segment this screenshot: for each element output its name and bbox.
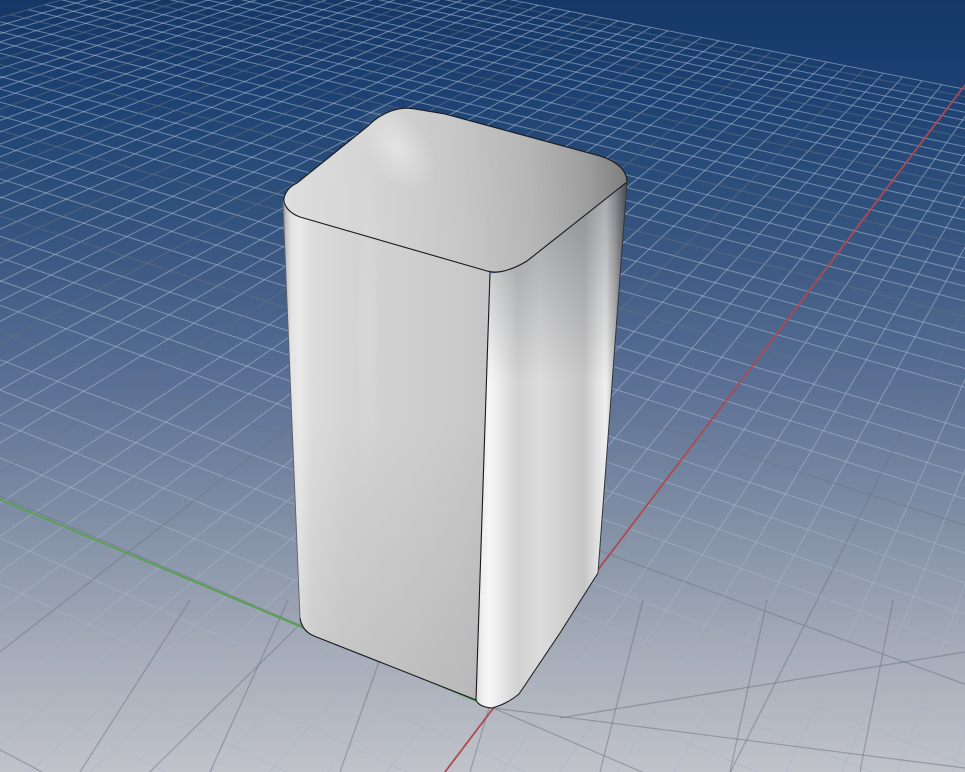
cad-3d-viewport[interactable] <box>0 0 965 772</box>
left-face-highlight <box>355 160 381 500</box>
box-left-face-shading <box>283 198 490 700</box>
